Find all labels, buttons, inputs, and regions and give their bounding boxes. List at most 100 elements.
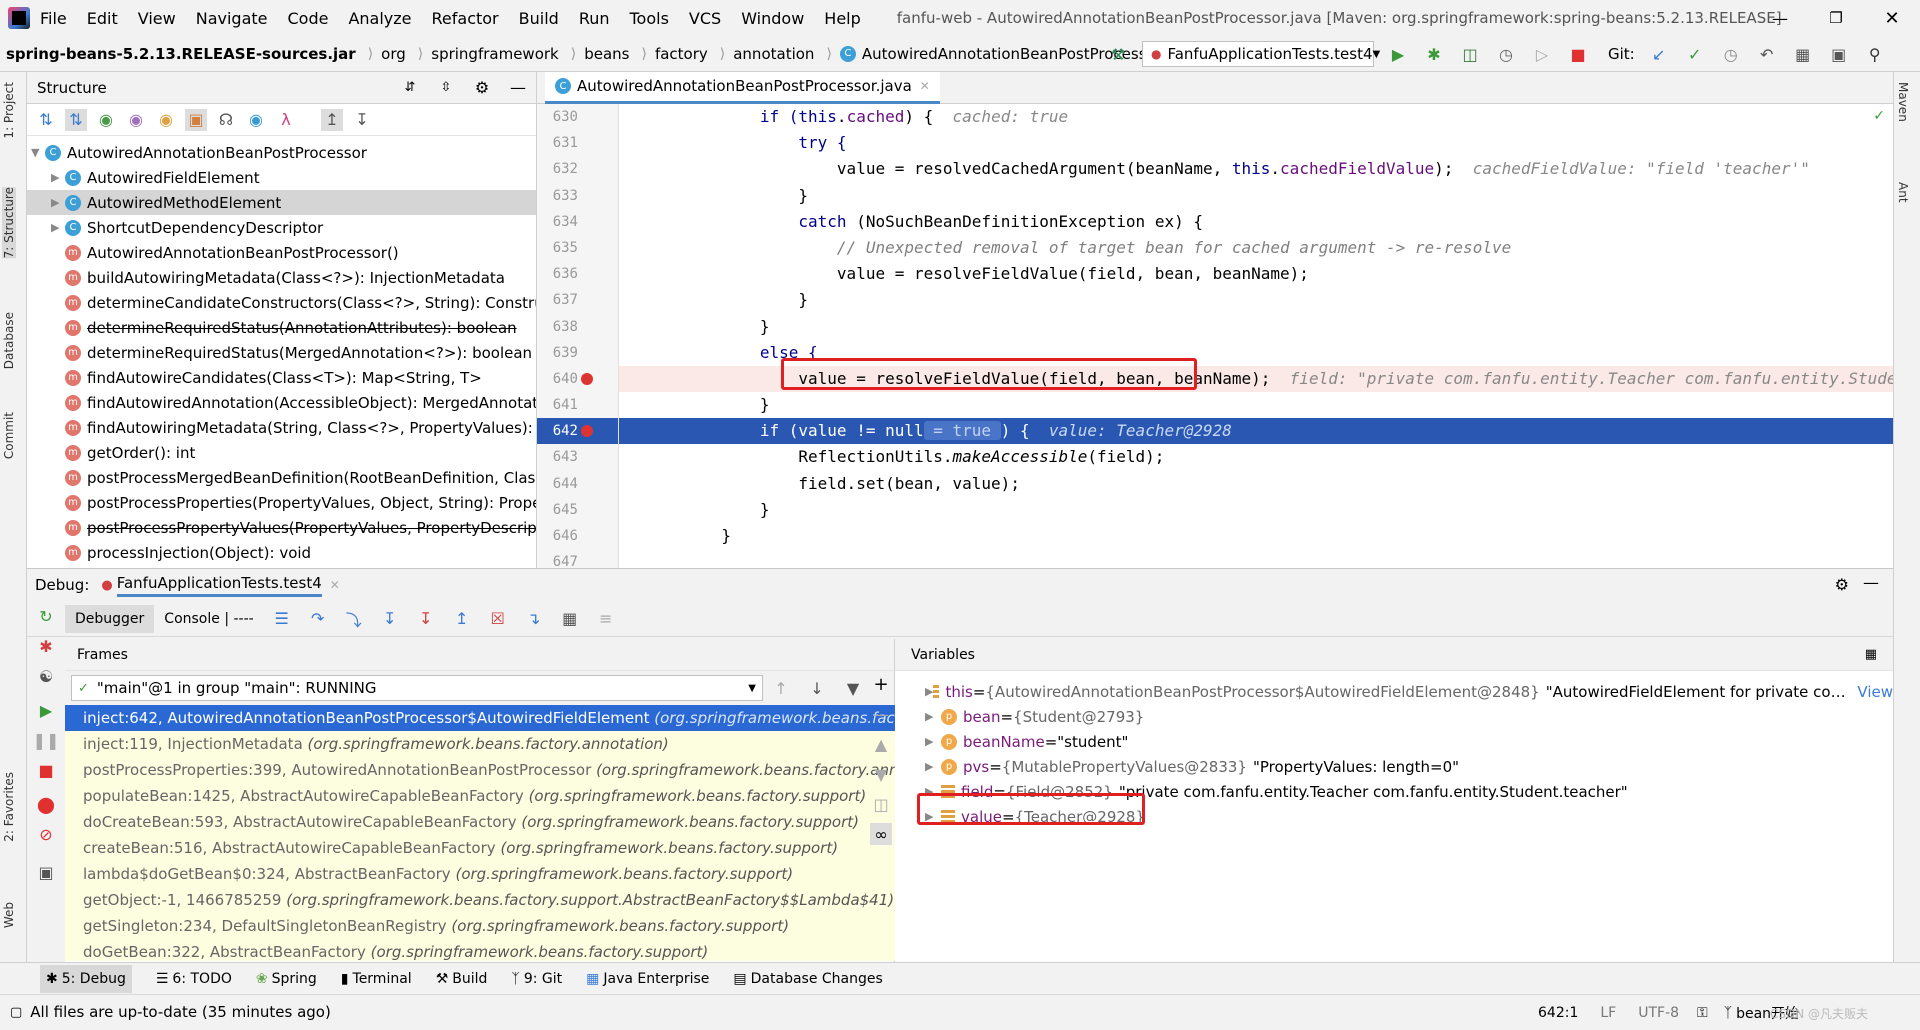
stop-icon[interactable]: ■ [1567, 43, 1589, 65]
structure-item[interactable]: m postProcessProperties(PropertyValues, O… [27, 490, 536, 515]
rerun-icon[interactable]: ↻ [35, 605, 57, 627]
tab-maven[interactable]: Maven [1896, 82, 1910, 122]
chevron-right-icon[interactable]: ▶ [51, 196, 65, 209]
menu-refactor[interactable]: Refactor [432, 9, 499, 28]
menu-vcs[interactable]: VCS [689, 9, 721, 28]
stop-icon[interactable]: ■ [35, 759, 57, 781]
hide-icon[interactable]: — [1863, 573, 1879, 592]
structure-item[interactable]: m findAutowireCandidates(Class<T>): Map<S… [27, 365, 536, 390]
stack-frame[interactable]: lambda$doGetBean$0:324, AbstractBeanFact… [65, 861, 895, 887]
breadcrumb-org[interactable]: org [381, 45, 406, 63]
tab-debugger[interactable]: Debugger [65, 604, 155, 633]
menu-window[interactable]: Window [741, 9, 804, 28]
add-watch-icon[interactable]: + [870, 673, 892, 695]
tab-java-enterprise[interactable]: ▦ Java Enterprise [586, 971, 709, 987]
autoscroll-from-source-icon[interactable]: ↧ [351, 109, 373, 131]
coverage-icon[interactable]: ◫ [1459, 43, 1481, 65]
show-inherited-icon[interactable]: ◉ [95, 109, 117, 131]
stack-frame[interactable]: inject:642, AutowiredAnnotationBeanPostP… [65, 705, 895, 731]
tab-database[interactable]: Database [2, 312, 16, 369]
structure-item[interactable]: ▶ C AutowiredFieldElement [27, 165, 536, 190]
close-tab-icon[interactable]: ✕ [920, 79, 930, 93]
sort-alpha-icon[interactable]: ⇅ [35, 109, 57, 131]
layout-icon[interactable]: ▦ [1865, 647, 1877, 662]
tab-ant[interactable]: Ant [1896, 182, 1910, 203]
structure-item[interactable]: m getOrder(): int [27, 440, 536, 465]
editor-tab-active[interactable]: C AutowiredAnnotationBeanPostProcessor.j… [545, 71, 940, 104]
sort-visibility-icon[interactable]: ⇅ [65, 108, 87, 131]
run-to-cursor-icon[interactable]: ↴ [523, 608, 545, 630]
run-config-dropdown[interactable]: ● FanfuApplicationTests.test4 ▼ [1142, 41, 1380, 67]
tab-spring[interactable]: ❀ Spring [256, 971, 317, 987]
close-icon[interactable]: ✕ [1864, 8, 1920, 29]
stack-frame[interactable]: createBean:516, AbstractAutowireCapableB… [65, 835, 895, 861]
hide-icon[interactable]: — [507, 77, 529, 99]
structure-item[interactable]: m postProcessMergedBeanDefinition(RootBea… [27, 465, 536, 490]
chevron-right-icon[interactable]: ▶ [925, 735, 941, 748]
line-number[interactable]: 644 [537, 471, 618, 497]
stack-frame[interactable]: populateBean:1425, AbstractAutowireCapab… [65, 783, 895, 809]
menu-help[interactable]: Help [824, 9, 860, 28]
line-number[interactable]: 636 [537, 261, 618, 287]
breadcrumb-beans[interactable]: beans [584, 45, 629, 63]
variable-row[interactable]: ▶ p bean = {Student@2793} [895, 704, 1893, 729]
git-rollback-icon[interactable]: ↶ [1756, 43, 1778, 65]
search-icon[interactable]: ⚲ [1864, 43, 1886, 65]
variable-row[interactable]: ▶ p pvs = {MutablePropertyValues@2833} "Pro… [895, 754, 1893, 779]
structure-item[interactable]: m processInjection(Object): void [27, 540, 536, 565]
view-breakpoints-icon[interactable]: ⬤ [35, 793, 57, 815]
line-number[interactable]: 632 [537, 156, 618, 182]
breadcrumb-springframework[interactable]: springframework [431, 45, 558, 63]
line-number[interactable]: 634 [537, 209, 618, 235]
rerun-icon[interactable]: ▷ [1531, 43, 1553, 65]
step-over-icon[interactable]: ⤵ [343, 608, 365, 630]
line-number[interactable]: 637 [537, 287, 618, 313]
structure-item[interactable]: m determineCandidateConstructors(Class<?>… [27, 290, 536, 315]
force-step-into-icon[interactable]: ↧ [415, 608, 437, 630]
menu-code[interactable]: Code [288, 9, 329, 28]
project-structure-icon[interactable]: ▦ [1792, 43, 1814, 65]
git-commit-icon[interactable]: ✓ [1684, 43, 1706, 65]
build-hammer-icon[interactable]: ⚒ [1107, 43, 1129, 65]
pause-icon[interactable]: ❚❚ [33, 729, 60, 751]
stack-frame[interactable]: doGetBean:322, AbstractBeanFactory (org.… [65, 939, 895, 961]
line-number[interactable]: 643 [537, 444, 618, 470]
git-update-icon[interactable]: ↙ [1648, 43, 1670, 65]
tab-terminal[interactable]: ▮ Terminal [341, 971, 412, 987]
breadcrumb-annotation[interactable]: annotation [733, 45, 814, 63]
evaluate-expression-icon[interactable]: ▦ [559, 608, 581, 630]
structure-item[interactable]: m AutowiredAnnotationBeanPostProcessor() [27, 240, 536, 265]
breakpoint-icon[interactable] [581, 425, 593, 438]
camera-icon[interactable]: ▣ [35, 861, 57, 883]
tab-todo[interactable]: ☰ 6: TODO [156, 971, 232, 987]
line-number[interactable]: 631 [537, 130, 618, 156]
tree-root[interactable]: ▼ C AutowiredAnnotationBeanPostProcessor [27, 140, 536, 165]
debug-icon[interactable]: ✱ [1423, 43, 1445, 65]
stack-frame[interactable]: doCreateBean:593, AbstractAutowireCapabl… [65, 809, 895, 835]
next-frame-icon[interactable]: ↓ [806, 677, 828, 699]
line-number[interactable]: 633 [537, 183, 618, 209]
modify-run-config-icon[interactable]: ✱ [35, 635, 57, 657]
tab-build[interactable]: ⚒ Build [436, 971, 488, 987]
lock-icon[interactable]: ⚿ [1697, 1005, 1708, 1021]
line-number[interactable]: 639 [537, 340, 618, 366]
structure-item[interactable]: m determineRequiredStatus(MergedAnnotatio… [27, 340, 536, 365]
autoscroll-to-source-icon[interactable]: ↥ [321, 108, 343, 131]
chevron-right-icon[interactable]: ▶ [51, 221, 65, 234]
chevron-right-icon[interactable]: ▶ [925, 710, 941, 723]
menu-view[interactable]: View [138, 9, 176, 28]
move-down-icon[interactable]: ▼ [870, 763, 892, 785]
line-number[interactable]: 640 [537, 366, 618, 392]
show-nonpublic-icon[interactable]: ▣ [185, 108, 207, 131]
structure-item[interactable]: m postProcessPropertyValues(PropertyValue… [27, 515, 536, 540]
tab-database-changes[interactable]: ▤ Database Changes [733, 971, 882, 987]
restore-layout-icon[interactable]: ☯ [35, 665, 57, 687]
debug-session-tab[interactable]: FanfuApplicationTests.test4 [116, 574, 322, 597]
line-number[interactable]: 646 [537, 523, 618, 549]
line-number[interactable]: 641 [537, 392, 618, 418]
menu-run[interactable]: Run [579, 9, 610, 28]
chevron-down-icon[interactable]: ▼ [31, 146, 45, 159]
menu-icon[interactable]: ☰ [271, 608, 293, 630]
prev-frame-icon[interactable]: ↑ [770, 677, 792, 699]
variable-row[interactable]: ▶ this = {AutowiredAnnotationBeanPostProc… [895, 679, 1893, 704]
